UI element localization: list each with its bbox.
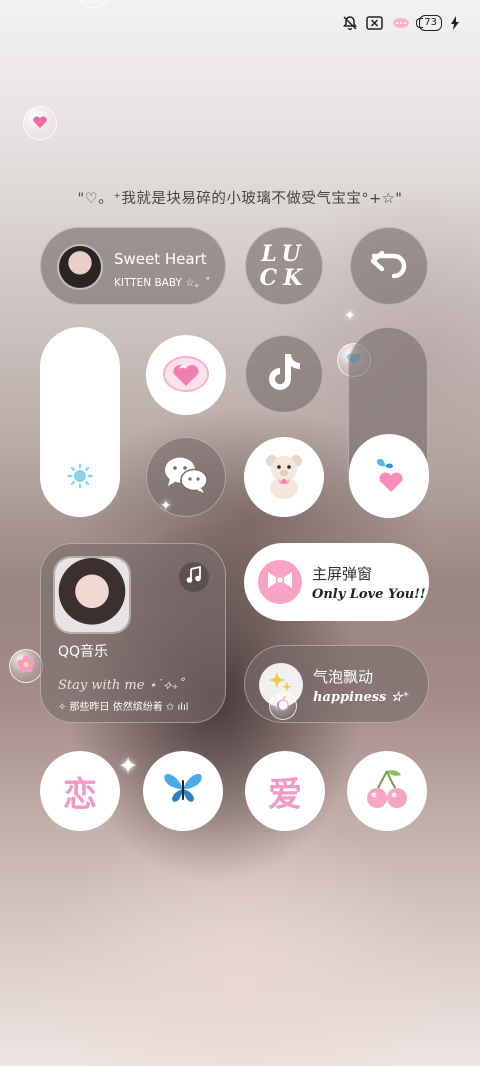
dock-icon-ai[interactable]: 爱 [245, 751, 325, 831]
music-note-button[interactable] [179, 562, 209, 592]
dock-icon-cherry[interactable] [347, 751, 427, 831]
wifi-cloud-icon [391, 16, 411, 30]
unicorn-icon [275, 695, 291, 716]
wallpaper [0, 0, 480, 1066]
popup-title: 主屏弹窗 [312, 565, 373, 583]
status-bar: 73 [342, 12, 460, 34]
no-sim-icon [366, 16, 384, 30]
butterfly-heart-icon [367, 454, 411, 498]
charging-bolt-icon [450, 16, 460, 30]
dock-icon-butterfly[interactable] [143, 751, 223, 831]
sparkle-decoration: ✦ [344, 308, 356, 324]
teddy-bear-icon [258, 449, 310, 505]
butterfly-icon [162, 770, 204, 812]
avatar [57, 244, 103, 290]
teddy-bear-app-icon[interactable] [244, 437, 324, 517]
sparkle-decoration: ✦ [160, 498, 172, 514]
sun-icon [67, 463, 93, 493]
song-lyric: ✧ 那些昨日 依然缤纷着 ✩ ılıl [58, 702, 189, 713]
music-note-icon [186, 565, 202, 588]
wechat-app-icon[interactable] [146, 437, 226, 517]
luck-letter: L [261, 241, 282, 267]
unicorn-bubble [269, 692, 297, 720]
back-arrow-icon [370, 249, 408, 283]
album-cover [55, 558, 129, 632]
bubble-float-widget[interactable]: 气泡飘动 happiness ☆⁺ [244, 645, 429, 723]
song-title: Stay with me ⋆˙⟡₊˚ [58, 678, 186, 693]
bow-icon [266, 570, 294, 594]
widget-title: Sweet Heart [114, 250, 207, 268]
luck-label: LU CK [260, 242, 309, 290]
mute-bell-icon [342, 15, 358, 31]
luck-letter: U [281, 241, 307, 267]
music-app-name: QQ音乐 [58, 644, 109, 660]
bubble-subtitle: happiness ☆⁺ [313, 690, 410, 705]
wechat-icon [163, 455, 209, 499]
floating-bubble [23, 106, 57, 140]
floating-bubble [9, 649, 43, 683]
bow-icon-badge [258, 560, 302, 604]
brightness-slider[interactable] [40, 327, 120, 517]
back-button[interactable] [350, 227, 428, 305]
luck-letter: C [259, 265, 284, 291]
heart-icon [32, 114, 48, 133]
battery-indicator: 73 [416, 15, 442, 31]
tiktok-icon [266, 352, 302, 396]
quote-text: "♡。⁺我就是块易碎的小玻璃不做受气宝宝°+☆" [77, 191, 403, 207]
widget-subtitle: KITTEN BABY ☆。˚ [114, 277, 211, 289]
home-popup-widget[interactable]: 主屏弹窗 Only Love You!! [244, 543, 429, 621]
cherry-icon [364, 767, 410, 815]
heart-app-icon[interactable] [146, 335, 226, 415]
bubble-title: 气泡飘动 [313, 668, 374, 686]
sparkle-decoration: ✦ [118, 752, 139, 780]
sweet-heart-widget[interactable]: Sweet Heart KITTEN BABY ☆。˚ [40, 227, 226, 305]
dock-label: 恋 [63, 774, 97, 815]
luck-letter: K [283, 265, 309, 291]
qq-music-widget[interactable]: QQ音乐 Stay with me ⋆˙⟡₊˚ ✧ 那些昨日 依然缤纷着 ✩ ı… [40, 543, 226, 723]
heart-icon [160, 350, 212, 400]
volume-slider-fill [349, 434, 429, 518]
dock-icon-lian[interactable]: 恋 [40, 751, 120, 831]
flower-icon [17, 655, 35, 677]
tiktok-app-icon[interactable] [245, 335, 323, 413]
popup-subtitle: Only Love You!! [312, 587, 426, 602]
volume-slider[interactable] [348, 327, 429, 518]
luck-icon-button[interactable]: LU CK [245, 227, 323, 305]
dock-label: 爱 [268, 774, 302, 815]
